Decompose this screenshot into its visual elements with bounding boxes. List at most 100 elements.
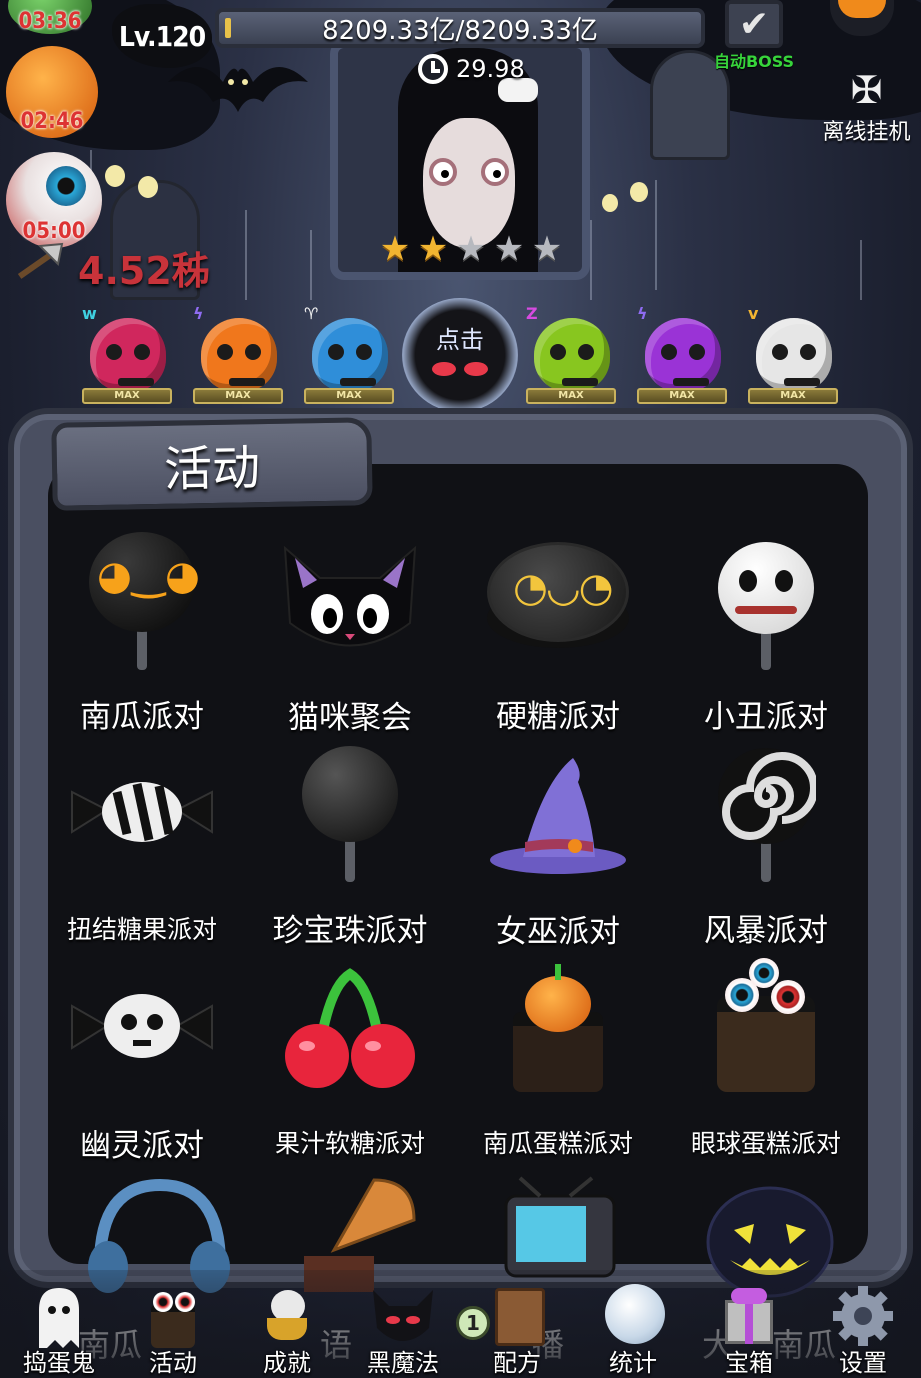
monster-element-mark: w bbox=[82, 304, 97, 323]
nav-activity[interactable]: 活动 bbox=[118, 1284, 228, 1378]
event-label: 眼球蛋糕派对 bbox=[690, 1129, 841, 1158]
witch-hat-icon bbox=[483, 742, 633, 882]
monster-max-badge: MAX bbox=[526, 388, 616, 404]
monster-slot[interactable]: ϟ MAX bbox=[193, 304, 283, 404]
boss-hp-bar: 8209.33亿/8209.33亿 bbox=[215, 8, 705, 48]
black-cat-icon bbox=[275, 528, 425, 668]
monster-max-badge: MAX bbox=[193, 388, 283, 404]
glowing-eye bbox=[105, 165, 125, 187]
cherry-icon bbox=[275, 956, 425, 1096]
event-twist-candy-party[interactable]: 扭结糖果派对 bbox=[42, 740, 242, 950]
event-label: 扭结糖果派对 bbox=[66, 915, 217, 944]
pumpkin-lollipop-icon: ◕‿◕ bbox=[67, 528, 217, 670]
event-cat-party[interactable]: 猫咪聚会 bbox=[250, 526, 450, 736]
monster-element-mark: ♈ bbox=[304, 304, 319, 323]
rain-streak bbox=[860, 240, 862, 300]
skull-candy-icon bbox=[67, 956, 217, 1096]
nav-label: 配方 bbox=[493, 1349, 541, 1377]
star-icon: ★ bbox=[455, 229, 487, 269]
nav-label: 成就 bbox=[263, 1349, 311, 1377]
nav-label: 宝箱 bbox=[725, 1349, 773, 1377]
panel-title-text: 活动 bbox=[163, 440, 261, 498]
event-fruit-jelly-party[interactable]: 果汁软糖派对 bbox=[250, 954, 450, 1164]
eyeball-cake-icon bbox=[691, 956, 841, 1096]
checkmark-icon: ✔ bbox=[725, 0, 783, 48]
star-icon: ★ bbox=[493, 229, 525, 269]
monster-max-badge: MAX bbox=[748, 388, 838, 404]
star-icon: ★ bbox=[417, 229, 449, 269]
side-timer-eyeball[interactable]: 05:00 bbox=[6, 152, 102, 248]
skull-trophy-icon bbox=[247, 1284, 327, 1348]
monster-max-badge: MAX bbox=[304, 388, 394, 404]
event-ghost-party[interactable]: 幽灵派对 bbox=[42, 954, 242, 1164]
event-label: 南瓜派对 bbox=[80, 699, 204, 735]
panel-title: 活动 bbox=[51, 417, 373, 511]
tap-devil-button[interactable]: 点击 bbox=[402, 298, 518, 412]
swirl-lollipop-icon bbox=[691, 742, 841, 882]
damage-per-second: 4.52秭 bbox=[78, 249, 210, 293]
event-label: 硬糖派对 bbox=[496, 699, 620, 735]
monster-skull-icon bbox=[201, 318, 277, 392]
auto-boss-label: 自动BOSS bbox=[713, 52, 795, 71]
clock-icon bbox=[418, 54, 448, 84]
monster-element-mark: ϟ bbox=[193, 304, 204, 323]
event-label: 南瓜蛋糕派对 bbox=[482, 1129, 633, 1158]
offline-idle-button[interactable]: ✠ 离线挂机 bbox=[812, 66, 921, 152]
monster-slot[interactable]: w MAX bbox=[82, 304, 172, 404]
recipe-count-badge: 1 bbox=[456, 1306, 490, 1340]
star-icon: ★ bbox=[379, 229, 411, 269]
fish-bone-icon: ✠ bbox=[850, 68, 883, 112]
event-eyeball-cake-party[interactable]: 眼球蛋糕派对 bbox=[666, 954, 866, 1164]
monster-slot[interactable]: Z MAX bbox=[526, 304, 616, 404]
nav-achievements[interactable]: 成就 bbox=[232, 1284, 342, 1378]
side-timer-melon[interactable]: 03:36 bbox=[8, 0, 92, 34]
offline-idle-label: 离线挂机 bbox=[822, 120, 911, 145]
event-chupa-party[interactable]: 珍宝珠派对 bbox=[250, 740, 450, 950]
ghost-icon bbox=[19, 1284, 99, 1348]
monster-skull-icon bbox=[312, 318, 388, 392]
event-label: 珍宝珠派对 bbox=[272, 913, 428, 949]
monster-slot[interactable]: ♈ MAX bbox=[304, 304, 394, 404]
monster-skull-icon bbox=[756, 318, 832, 392]
nav-label: 设置 bbox=[839, 1349, 887, 1377]
auto-boss-toggle[interactable]: ✔ 自动BOSS bbox=[714, 0, 794, 71]
pumpkin-cake-icon bbox=[483, 956, 633, 1096]
spellbook-icon bbox=[477, 1284, 557, 1348]
monster-max-badge: MAX bbox=[82, 388, 172, 404]
event-hard-candy-party[interactable]: ◔◡◔ 硬糖派对 bbox=[458, 526, 658, 736]
crystal-ball-icon bbox=[593, 1284, 673, 1348]
monster-slot[interactable]: v MAX bbox=[748, 304, 838, 404]
rain-streak bbox=[245, 210, 247, 300]
nav-settings[interactable]: 设置 bbox=[808, 1284, 918, 1378]
monster-slot[interactable]: ϟ MAX bbox=[637, 304, 727, 404]
rain-streak bbox=[655, 180, 657, 290]
rain-streak bbox=[590, 220, 592, 300]
boss-star-rating: ★ ★ ★ ★ ★ bbox=[378, 232, 564, 266]
monster-max-badge: MAX bbox=[637, 388, 727, 404]
monster-element-mark: v bbox=[748, 304, 759, 323]
boss-timer: 29.98 bbox=[418, 52, 528, 86]
boss-hp-text: 8209.33亿/8209.33亿 bbox=[322, 15, 598, 46]
nav-treasure-chest[interactable]: 宝箱 bbox=[694, 1284, 804, 1378]
monster-element-mark: Z bbox=[526, 304, 538, 323]
side-timer-label: 02:46 bbox=[20, 109, 84, 134]
boss-timer-value: 29.98 bbox=[456, 55, 525, 83]
glowing-eye bbox=[138, 176, 158, 198]
devil-eye bbox=[432, 362, 456, 376]
nav-label: 活动 bbox=[149, 1349, 197, 1377]
monster-skull-icon bbox=[645, 318, 721, 392]
gift-box-icon bbox=[709, 1284, 789, 1348]
side-timer-pumpkin[interactable]: 02:46 bbox=[6, 46, 98, 138]
event-storm-party[interactable]: 风暴派对 bbox=[666, 740, 866, 950]
hard-candy-icon: ◔◡◔ bbox=[483, 528, 633, 667]
event-clown-party[interactable]: 小丑派对 bbox=[666, 526, 866, 736]
axe-icon bbox=[17, 242, 64, 279]
nav-label: 捣蛋鬼 bbox=[23, 1349, 95, 1377]
event-pumpkin-cake-party[interactable]: 南瓜蛋糕派对 bbox=[458, 954, 658, 1164]
nav-label: 统计 bbox=[609, 1349, 657, 1377]
event-pumpkin-party[interactable]: ◕‿◕ 南瓜派对 bbox=[42, 526, 242, 736]
nav-black-magic[interactable]: 黑魔法 bbox=[348, 1284, 458, 1378]
event-witch-party[interactable]: 女巫派对 bbox=[458, 740, 658, 950]
nav-statistics[interactable]: 统计 bbox=[578, 1284, 688, 1378]
nav-tricksters[interactable]: 捣蛋鬼 bbox=[4, 1284, 114, 1378]
